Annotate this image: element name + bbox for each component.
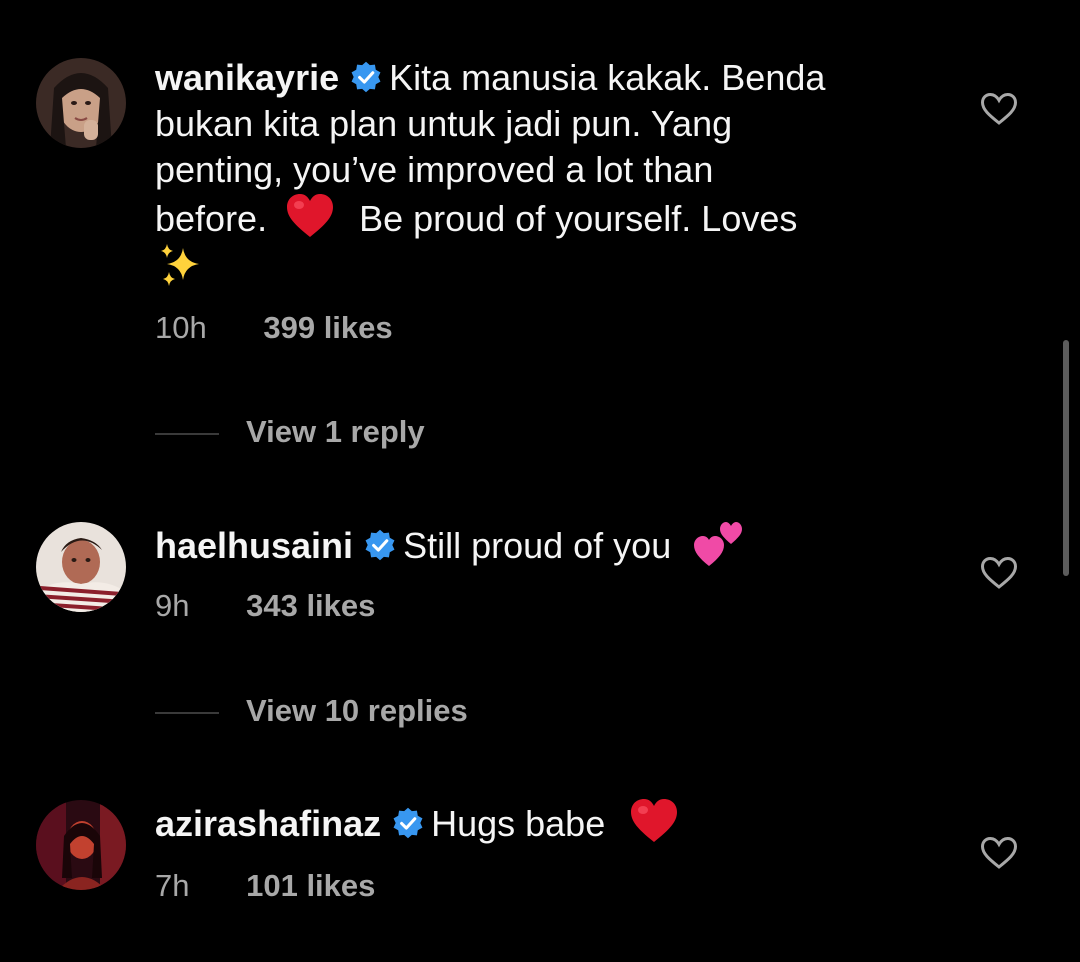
comment-text: Still proud of you	[403, 525, 672, 566]
comment-text: before.	[155, 198, 268, 239]
view-replies-label[interactable]: View 10 replies	[246, 693, 468, 729]
red-heart-emoji	[287, 194, 334, 237]
verified-badge-icon	[365, 529, 395, 561]
avatar-haelhusaini[interactable]	[36, 522, 126, 612]
avatar-wanikayrie[interactable]	[36, 58, 126, 148]
heart-outline-icon[interactable]	[980, 92, 1018, 126]
comment-meta: 10h 399 likes	[155, 310, 393, 346]
heart-outline-icon[interactable]	[980, 556, 1018, 590]
replies-divider	[155, 433, 219, 435]
comment-meta: 7h 101 likes	[155, 868, 375, 904]
verified-badge-icon	[351, 61, 381, 93]
sparkles-emoji	[161, 244, 199, 286]
comment-text: Hugs babe	[431, 803, 606, 844]
red-heart-emoji	[631, 799, 678, 842]
timestamp: 7h	[155, 868, 190, 903]
avatar-azirashafinaz[interactable]	[36, 800, 126, 890]
comment-text: Be proud of yourself. Loves	[359, 198, 798, 239]
avatar-image	[36, 58, 126, 148]
view-replies-label[interactable]: View 1 reply	[246, 414, 425, 450]
comment-body: azirashafinaz Hugs babe	[155, 798, 925, 847]
comment-line: before. Be proud of yourself. Loves	[155, 193, 925, 242]
username[interactable]: azirashafinaz	[155, 803, 381, 844]
username[interactable]: wanikayrie	[155, 57, 339, 98]
comment-haelhusaini: haelhusaini Still proud of you 9h 343 lik…	[0, 470, 1080, 760]
timestamp: 9h	[155, 588, 190, 623]
comment-body: wanikayrie Kita manusia kakak. Benda buka…	[155, 55, 925, 288]
verified-badge-icon	[393, 807, 423, 839]
comment-body: haelhusaini Still proud of you	[155, 518, 925, 569]
heart-outline-icon[interactable]	[980, 836, 1018, 870]
likes-count[interactable]: 343 likes	[246, 588, 375, 623]
comment-line: wanikayrie Kita manusia kakak. Benda	[155, 55, 925, 101]
comment-text: penting, you’ve improved a lot than	[155, 149, 714, 190]
replies-divider	[155, 712, 219, 714]
comment-text: bukan kita plan untuk jadi pun. Yang	[155, 103, 733, 144]
comment-line	[155, 242, 925, 288]
timestamp: 10h	[155, 310, 207, 345]
comment-text: Kita manusia kakak. Benda	[389, 57, 826, 98]
comment-azirashafinaz: azirashafinaz Hugs babe 7h 101 likes	[0, 760, 1080, 962]
comment-wanikayrie: wanikayrie Kita manusia kakak. Benda buka…	[0, 0, 1080, 470]
avatar-image	[36, 522, 126, 612]
likes-count[interactable]: 101 likes	[246, 868, 375, 903]
username[interactable]: haelhusaini	[155, 525, 353, 566]
comment-meta: 9h 343 likes	[155, 588, 375, 624]
likes-count[interactable]: 399 likes	[263, 310, 392, 345]
scrollbar[interactable]	[1063, 340, 1069, 576]
avatar-image	[36, 800, 126, 890]
two-hearts-emoji	[694, 522, 743, 566]
